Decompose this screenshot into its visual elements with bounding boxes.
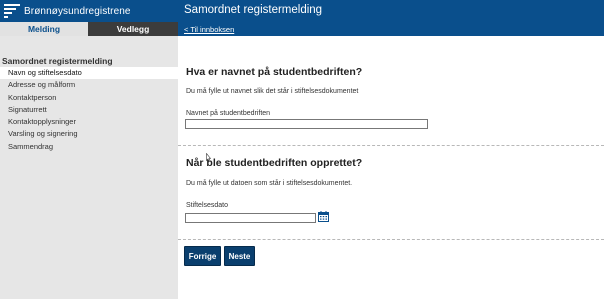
back-to-inbox-link[interactable]: < Til innboksen — [184, 25, 234, 34]
sidebar-item-signaturrett[interactable]: Signaturrett — [0, 104, 178, 116]
founding-date-input[interactable] — [185, 213, 316, 223]
sidebar-item-kontaktopplysninger[interactable]: Kontaktopplysninger — [0, 116, 178, 128]
tab-vedlegg[interactable]: Vedlegg — [88, 22, 178, 36]
date-help-text: Du må fylle ut datoen som står i stiftel… — [186, 180, 353, 187]
next-button[interactable]: Neste — [224, 246, 255, 266]
sidebar-heading: Samordnet registermelding — [2, 56, 113, 66]
name-help-text: Du må fylle ut navnet slik det står i st… — [186, 88, 359, 95]
company-name-input[interactable] — [185, 119, 428, 129]
page-title: Samordnet registermelding — [184, 4, 323, 16]
brand-logo-icon — [4, 4, 20, 18]
founding-date-label: Stiftelsesdato — [186, 202, 229, 209]
brand-name: Brønnøysundregistrene — [24, 5, 131, 17]
previous-button[interactable]: Forrige — [184, 246, 221, 266]
sidebar-item-adresse-og-malform[interactable]: Adresse og målform — [0, 79, 178, 91]
sidebar: Samordnet registermelding Navn og stifte… — [0, 36, 178, 299]
section-divider — [178, 145, 604, 146]
sidebar-item-varsling-og-signering[interactable]: Varsling og signering — [0, 128, 178, 140]
sidebar-item-kontaktperson[interactable]: Kontaktperson — [0, 92, 178, 104]
calendar-icon[interactable] — [318, 211, 329, 222]
sidebar-item-navn-og-stiftelsesdato[interactable]: Navn og stiftelsesdato — [0, 67, 178, 80]
mouse-cursor-icon — [206, 153, 211, 162]
main-content: Hva er navnet på studentbedriften? Du må… — [178, 36, 604, 299]
tab-melding[interactable]: Melding — [0, 22, 88, 36]
brand-logo[interactable]: Brønnøysundregistrene — [4, 3, 131, 19]
sidebar-item-sammendrag[interactable]: Sammendrag — [0, 141, 178, 153]
section-divider — [178, 239, 604, 240]
name-question-heading: Hva er navnet på studentbedriften? — [186, 66, 363, 78]
company-name-label: Navnet på studentbedriften — [186, 110, 271, 117]
top-header: Brønnøysundregistrene Samordnet register… — [0, 0, 604, 22]
sidebar-nav: Navn og stiftelsesdato Adresse og målfor… — [0, 67, 178, 153]
date-question-heading: Når ble studentbedriften opprettet? — [186, 157, 363, 169]
